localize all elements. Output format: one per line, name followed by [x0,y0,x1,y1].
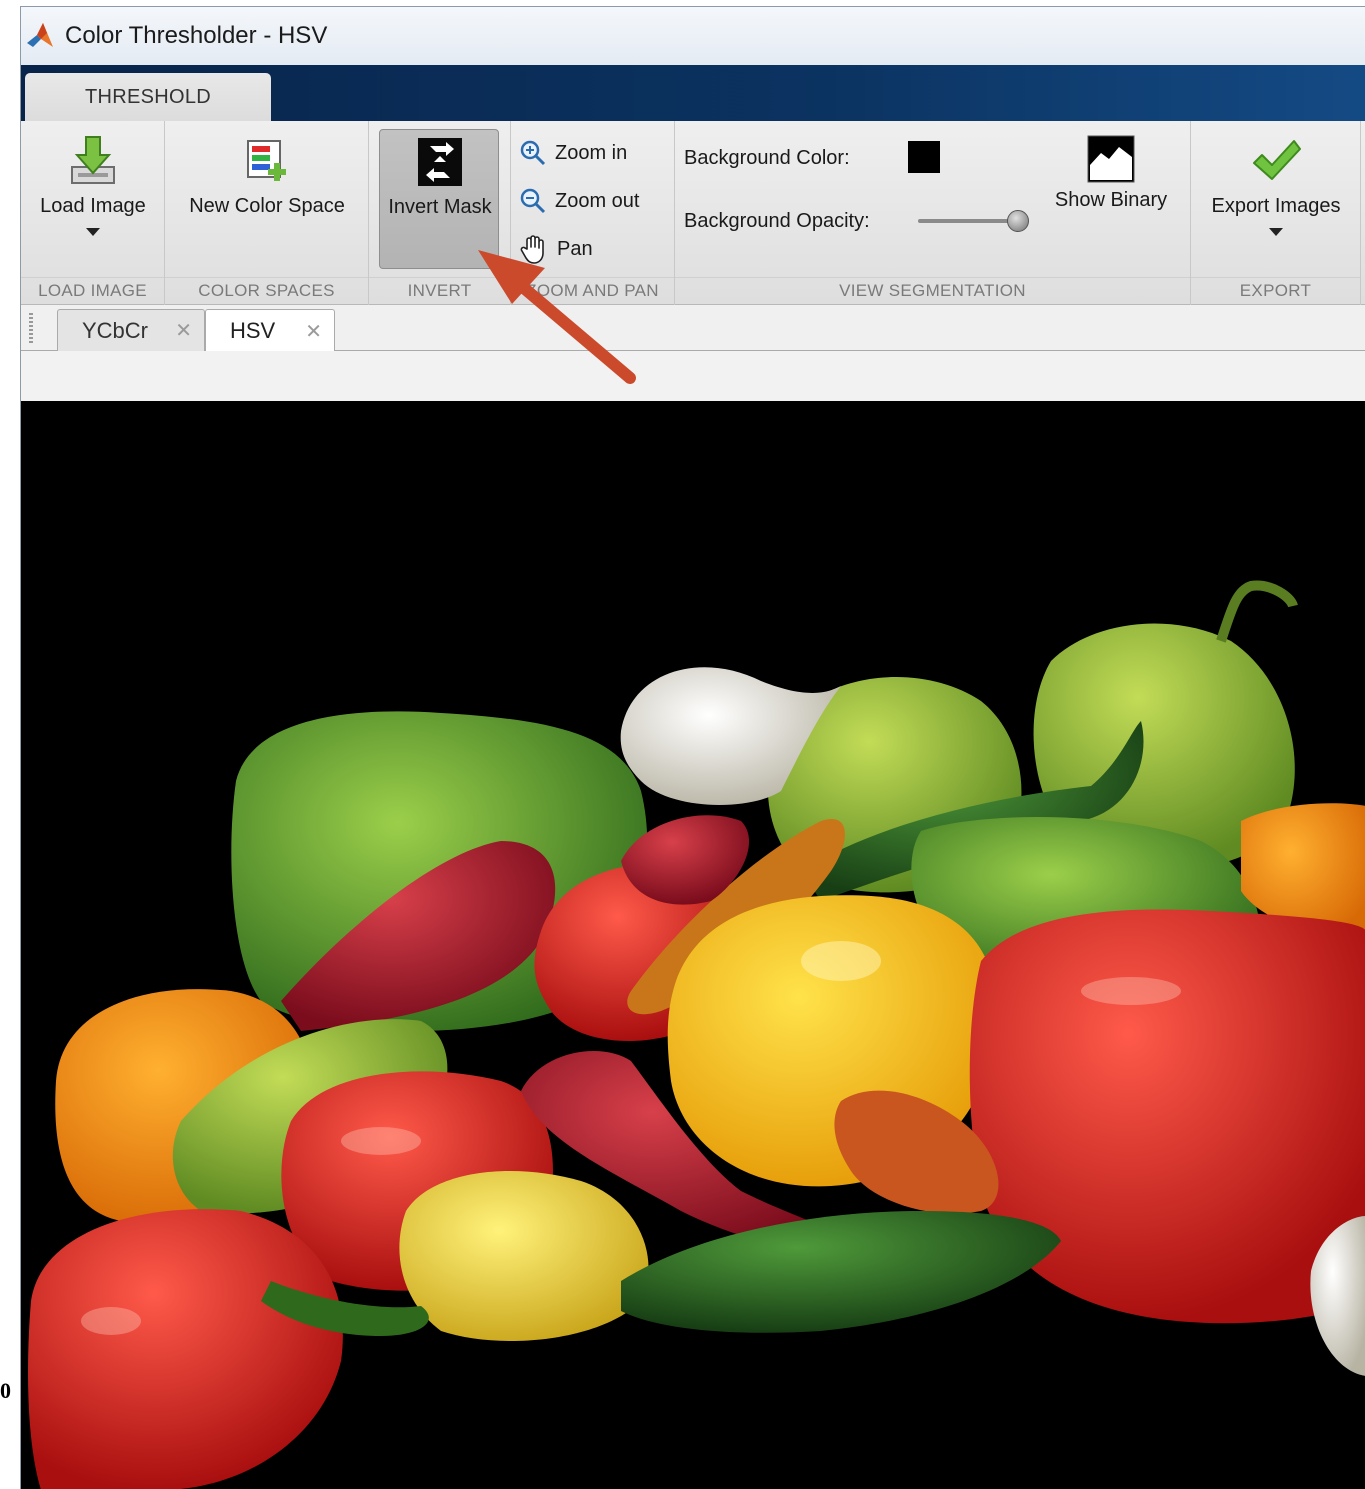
invert-mask-icon [418,138,462,186]
title-bar: Color Thresholder - HSV [21,7,1365,65]
invert-mask-label: Invert Mask [388,196,492,218]
ribbon: Load Image LOAD IMAGE New Color Space CO… [21,121,1365,305]
group-load-image: Load Image LOAD IMAGE [21,121,165,305]
close-icon[interactable]: ✕ [305,319,322,344]
zoom-in-label: Zoom in [555,141,628,164]
group-label-invert: INVERT [369,277,510,303]
export-images-button[interactable]: Export Images [1191,137,1361,236]
close-icon[interactable]: ✕ [175,318,192,343]
tab-hsv-label: HSV [230,318,276,343]
document-tabs: YCbCr ✕ HSV ✕ [21,305,1365,352]
pan-label: Pan [557,237,593,260]
background-color-swatch[interactable] [908,141,940,173]
zoom-in-icon [520,140,546,166]
export-images-dropdown-caret[interactable] [1269,228,1283,236]
group-export: Export Images EXPORT [1191,121,1361,305]
window-title: Color Thresholder - HSV [65,22,328,49]
zoom-out-icon [520,188,546,214]
segmented-image-canvas[interactable] [21,401,1365,1489]
ribbon-tabstrip: THRESHOLD [21,65,1365,121]
new-color-space-label: New Color Space [189,195,345,217]
group-zoom-and-pan: Zoom in Zoom out Pan ZOOM AND PAN [511,121,675,305]
group-label-load-image: LOAD IMAGE [21,277,164,303]
group-label-zoom-and-pan: ZOOM AND PAN [511,277,674,303]
load-image-button[interactable]: Load Image [21,135,165,236]
load-image-icon [71,136,115,184]
tab-ycbcr-label: YCbCr [82,317,149,343]
group-label-export: EXPORT [1191,277,1360,303]
new-color-space-icon [247,140,286,181]
matlab-icon [27,23,53,47]
zoom-out-button[interactable]: Zoom out [519,187,639,215]
new-color-space-button[interactable]: New Color Space [165,135,369,218]
group-label-color-spaces: COLOR SPACES [165,277,368,303]
group-color-spaces: New Color Space COLOR SPACES [165,121,369,305]
show-binary-icon [1087,135,1135,183]
show-binary-label: Show Binary [1054,189,1168,211]
background-opacity-label: Background Opacity: [684,210,870,232]
peppers-image [28,580,1365,1489]
background-opacity-slider-thumb[interactable] [1007,210,1029,232]
app-window: Color Thresholder - HSV THRESHOLD Load I… [20,6,1365,1489]
tab-threshold[interactable]: THRESHOLD [25,73,271,121]
zoom-in-button[interactable]: Zoom in [519,139,627,167]
background-opacity-slider[interactable] [918,219,1018,223]
export-images-label: Export Images [1211,195,1341,217]
pan-button[interactable]: Pan [519,233,593,265]
tab-hsv[interactable]: HSV ✕ [205,309,335,352]
tab-ycbcr[interactable]: YCbCr ✕ [57,309,205,351]
show-binary-button[interactable]: Show Binary [1045,135,1177,212]
load-image-label: Load Image [40,195,146,217]
invert-mask-button[interactable]: Invert Mask [379,129,499,269]
zoom-out-label: Zoom out [555,189,640,212]
stray-digit: 0 [0,1378,11,1403]
group-label-view-segmentation: VIEW SEGMENTATION [675,277,1190,303]
background-color-label: Background Color: [684,147,850,169]
tab-grip-handle[interactable] [29,313,33,343]
group-invert: Invert Mask INVERT [369,121,511,305]
checkmark-icon [1253,140,1301,180]
load-image-dropdown-caret[interactable] [86,228,100,236]
image-toolbar-strip [21,351,1365,401]
pan-hand-icon [520,235,544,264]
